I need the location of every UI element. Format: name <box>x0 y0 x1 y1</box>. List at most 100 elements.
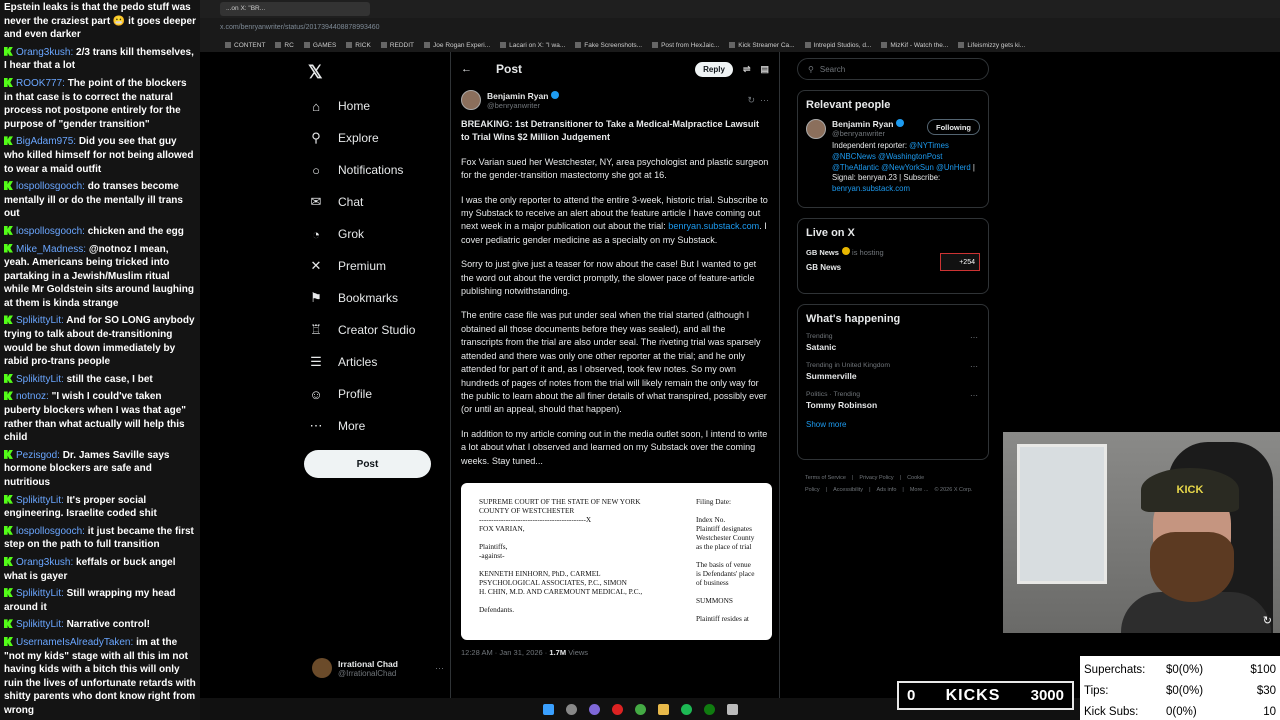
nav-item-more[interactable]: ⋯ More <box>308 410 448 442</box>
x-logo-icon[interactable]: 𝕏 <box>308 62 323 83</box>
grok-icon[interactable]: ↻ ⋯ <box>747 95 769 106</box>
settings-icon[interactable] <box>726 703 738 715</box>
search-input[interactable]: ⚲ Search <box>797 58 989 80</box>
back-arrow-icon[interactable]: ← <box>461 63 472 75</box>
kick-cap: KICK <box>1141 468 1239 512</box>
reader-icon[interactable]: ▤ <box>760 64 769 75</box>
chat-username[interactable]: SplikittyLit: <box>16 315 64 326</box>
chat-username[interactable]: Mike_Madness: <box>16 244 86 255</box>
footer-link[interactable]: Terms of Service <box>805 475 846 481</box>
footer-link[interactable]: Accessibility <box>833 487 863 493</box>
nav-item-profile[interactable]: ☺ Profile <box>308 378 448 410</box>
trend-title: Tommy Robinson <box>806 400 878 410</box>
chat-text: im at the "not my kids" stage with all t… <box>4 636 196 716</box>
post-header: ← Post Reply ⇌ ▤ <box>451 52 779 86</box>
more-dots-icon[interactable]: ⋯ <box>970 362 978 371</box>
footer-link[interactable]: Privacy Policy <box>859 475 893 481</box>
post-timestamp[interactable]: 12:28 AM · Jan 31, 2026 · <box>461 648 547 657</box>
reply-button[interactable]: Reply <box>695 61 733 77</box>
bookmark-item[interactable]: Lifeismizzy gets ki... <box>958 42 1025 49</box>
author-handle[interactable]: @benryanwriter <box>487 101 559 110</box>
folder-icon[interactable] <box>657 703 669 715</box>
more-dots-icon[interactable]: ⋯ <box>970 391 978 400</box>
bookmark-item[interactable]: Lacari on X: "I wa... <box>500 42 565 49</box>
chat-username[interactable]: lospollosgooch: <box>16 181 85 192</box>
nav-item-explore[interactable]: ⚲ Explore <box>308 122 448 154</box>
nav-item-bookmarks[interactable]: ⚑ Bookmarks <box>308 282 448 314</box>
court-document-image[interactable]: SUPREME COURT OF THE STATE OF NEW YORK CO… <box>461 482 772 640</box>
chat-username[interactable]: SplikittyLit: <box>16 495 64 506</box>
chat-username[interactable]: BigAdam975: <box>16 136 76 147</box>
person-name[interactable]: Benjamin Ryan <box>832 119 893 129</box>
post-paragraph: Sorry to just give just a teaser for now… <box>461 259 757 297</box>
more-dots-icon[interactable]: ⋯ <box>435 663 444 674</box>
filter-icon[interactable]: ⇌ <box>743 64 751 75</box>
substack-link[interactable]: benryan.substack.com <box>668 221 759 231</box>
nav-item-creator-studio[interactable]: ♖ Creator Studio <box>308 314 448 346</box>
app-icon[interactable] <box>588 703 600 715</box>
chat-username[interactable]: ROOK777: <box>16 78 65 89</box>
chat-username[interactable]: UsernameIsAlreadyTaken: <box>16 637 133 648</box>
search-icon[interactable] <box>565 703 577 715</box>
browser-tab[interactable]: ...on X: "BR... <box>220 2 370 16</box>
search-icon: ⚲ <box>808 64 814 74</box>
trend-item[interactable]: Trending Satanic ⋯ <box>806 333 980 352</box>
bookmark-item[interactable]: RICK <box>346 42 371 49</box>
bio-link[interactable]: benryan.substack.com <box>832 184 910 193</box>
nav-item-grok[interactable]: ◔ Grok <box>308 218 448 250</box>
nav-item-chat[interactable]: ✉ Chat <box>308 186 448 218</box>
bookmark-item[interactable]: Kick Streamer Ca... <box>729 42 794 49</box>
bookmark-item[interactable]: REDDIT <box>381 42 414 49</box>
bookmark-item[interactable]: RC <box>275 42 293 49</box>
address-bar[interactable]: x.com/benryanwriter/status/2017394408878… <box>200 18 1280 49</box>
nav-item-articles[interactable]: ☰ Articles <box>308 346 448 378</box>
chat-username[interactable]: lospollosgooch: <box>16 226 85 237</box>
chat-username[interactable]: notnoz: <box>16 391 49 402</box>
chat-username[interactable]: SplikittyLit: <box>16 588 64 599</box>
chat-username[interactable]: Pezisgod: <box>16 450 60 461</box>
chrome-icon[interactable] <box>634 703 646 715</box>
footer-link[interactable]: Ads info <box>877 487 897 493</box>
bookmark-item[interactable]: GAMES <box>304 42 336 49</box>
author-name[interactable]: Benjamin Ryan <box>487 91 548 101</box>
footer-link[interactable]: More ... <box>910 487 929 493</box>
document-line: KENNETH EINHORN, PhD., CARMEL <box>479 568 601 578</box>
footer-link[interactable]: © 2026 X Corp. <box>934 487 972 493</box>
webcam-window <box>1017 444 1107 584</box>
avatar[interactable] <box>461 90 481 110</box>
stream-chat: Epstein leaks is that the pedo stuff was… <box>0 0 200 720</box>
account-switcher[interactable]: Irrational Chad @IrrationalChad ⋯ <box>312 658 444 678</box>
chat-message: Pezisgod: Dr. James Saville says hormone… <box>4 448 196 493</box>
avatar[interactable] <box>806 119 826 139</box>
trend-item[interactable]: Politics · Trending Tommy Robinson ⋯ <box>806 391 980 410</box>
chat-username[interactable]: Orang3kush: <box>16 47 73 58</box>
bookmark-item[interactable]: Joe Rogan Experi... <box>424 42 490 49</box>
nav-item-notifications[interactable]: ○ Notifications <box>308 154 448 186</box>
chat-username[interactable]: lospollosgooch: <box>16 526 85 537</box>
kicks-current: 0 <box>907 687 916 704</box>
bookmark-item[interactable]: CONTENT <box>225 42 265 49</box>
post-paragraph: I was the only reporter to attend the en… <box>461 194 769 248</box>
following-button[interactable]: Following <box>927 119 980 135</box>
user-badge-icon <box>4 636 13 646</box>
chat-username[interactable]: SplikittyLit: <box>16 374 64 385</box>
compose-post-button[interactable]: Post <box>304 450 431 478</box>
more-dots-icon[interactable]: ⋯ <box>970 333 978 342</box>
nav-item-home[interactable]: ⌂ Home <box>308 90 448 122</box>
nav-item-premium[interactable]: ✕ Premium <box>308 250 448 282</box>
windows-start-icon[interactable] <box>542 703 554 715</box>
nav-label: Grok <box>338 227 365 241</box>
show-more-link[interactable]: Show more <box>806 420 980 429</box>
person-handle[interactable]: @benryanwriter <box>832 129 904 138</box>
bookmark-item[interactable]: Intrepid Studios, d... <box>805 42 872 49</box>
live-on-x-card[interactable]: Live on X GB News is hosting GB News +25… <box>797 218 989 294</box>
bookmark-item[interactable]: Post from HexJaic... <box>652 42 719 49</box>
spotify-icon[interactable] <box>680 703 692 715</box>
xbox-icon[interactable] <box>703 703 715 715</box>
trend-item[interactable]: Trending in United Kingdom Summerville ⋯ <box>806 362 980 381</box>
chat-username[interactable]: Orang3kush: <box>16 557 73 568</box>
bookmark-item[interactable]: MizKif - Watch the... <box>881 42 948 49</box>
chat-username[interactable]: SplikittyLit: <box>16 619 64 630</box>
bookmark-item[interactable]: Fake Screenshots... <box>575 42 642 49</box>
opera-icon[interactable] <box>611 703 623 715</box>
